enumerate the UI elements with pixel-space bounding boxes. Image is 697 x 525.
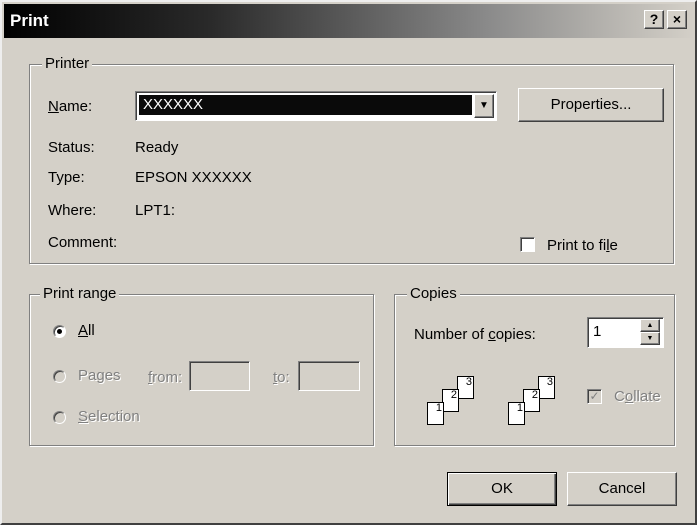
- check-icon: ✓: [589, 389, 600, 403]
- help-button[interactable]: ?: [644, 10, 664, 29]
- print-dialog: Print ? × Printer Name: XXXXXX ▼ Propert…: [0, 0, 697, 525]
- where-value: LPT1:: [135, 202, 176, 219]
- page-icon-2: 2: [442, 389, 459, 412]
- cancel-button-label: Cancel: [598, 480, 646, 497]
- print-range-group-label: Print range: [40, 285, 120, 303]
- collate-checkbox[interactable]: ✓: [587, 389, 602, 404]
- status-label: Status:: [48, 139, 95, 156]
- properties-button-label: Properties...: [550, 96, 632, 113]
- all-radio-label[interactable]: All: [78, 322, 95, 340]
- copies-spinner[interactable]: 1 ▲ ▼: [587, 317, 664, 348]
- comment-label: Comment:: [48, 234, 118, 251]
- cancel-button[interactable]: Cancel: [567, 472, 677, 506]
- from-label: from:: [148, 369, 183, 386]
- selection-radio-label[interactable]: Selection: [78, 408, 140, 426]
- dropdown-arrow-button[interactable]: ▼: [474, 94, 494, 118]
- number-of-copies-label: Number of copies:: [414, 326, 536, 343]
- printer-name-value: XXXXXX: [143, 96, 204, 113]
- copies-group-label: Copies: [407, 285, 460, 303]
- chevron-down-icon: ▼: [646, 335, 654, 342]
- ok-button-label: OK: [491, 480, 513, 497]
- spin-down-button[interactable]: ▼: [640, 332, 660, 345]
- selection-radio[interactable]: [53, 411, 66, 424]
- properties-button[interactable]: Properties...: [518, 88, 664, 122]
- print-to-file-checkbox[interactable]: [520, 237, 535, 252]
- to-label: to:: [273, 369, 290, 386]
- name-label: Name:: [48, 98, 93, 115]
- to-input[interactable]: [298, 361, 360, 391]
- copies-value[interactable]: 1: [593, 323, 601, 341]
- spin-up-button[interactable]: ▲: [640, 319, 660, 332]
- collate-label[interactable]: Collate: [614, 388, 661, 406]
- printer-group-label: Printer: [42, 55, 93, 73]
- from-input[interactable]: [189, 361, 250, 391]
- type-value: EPSON XXXXXX: [135, 169, 252, 186]
- close-button[interactable]: ×: [667, 10, 687, 29]
- where-label: Where:: [48, 202, 97, 219]
- pages-radio[interactable]: [53, 370, 66, 383]
- window-title: Print: [10, 11, 49, 30]
- all-radio[interactable]: [53, 325, 66, 338]
- ok-button[interactable]: OK: [447, 472, 557, 506]
- print-to-file-label[interactable]: Print to file: [547, 237, 618, 255]
- chevron-up-icon: ▲: [646, 322, 654, 329]
- title-bar[interactable]: Print ? ×: [4, 4, 694, 38]
- page-icon-3: 3: [457, 376, 474, 399]
- page-icon-3: 3: [538, 376, 555, 399]
- page-icon-2: 2: [523, 389, 540, 412]
- printer-name-select[interactable]: XXXXXX ▼: [135, 91, 497, 121]
- type-label: Type:: [48, 169, 85, 186]
- chevron-down-icon: ▼: [479, 100, 489, 111]
- status-value: Ready: [135, 139, 179, 156]
- page-icon-1: 1: [427, 402, 444, 425]
- page-icon-1: 1: [508, 402, 525, 425]
- pages-radio-label[interactable]: Pages: [78, 367, 121, 385]
- radio-selected-dot: [57, 329, 62, 334]
